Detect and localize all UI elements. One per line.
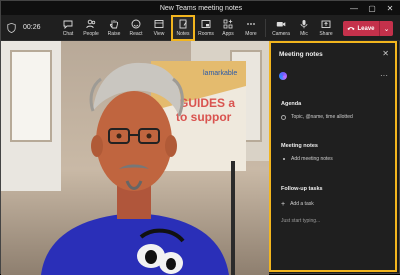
radio-circle-icon (281, 114, 286, 120)
raise-hand-button[interactable]: Raise (103, 17, 125, 39)
participant-video: lamarkable GUIDES a to suppor (1, 41, 269, 275)
phone-hangup-icon (347, 27, 356, 31)
agenda-item-input[interactable]: Topic, @name, time allotted (281, 114, 353, 120)
mic-icon (300, 20, 308, 29)
avatar-head (96, 91, 172, 191)
plus-icon: + (281, 200, 286, 208)
add-task-label: Add a task (290, 201, 314, 207)
shield-icon (7, 23, 16, 33)
teams-meeting-window: New Teams meeting notes — ▢ ✕ 00:26 Chat… (0, 0, 400, 275)
camera-icon (276, 22, 286, 27)
meeting-notes-panel: Meeting notes ✕ ··· Agenda Topic, @name,… (269, 41, 397, 272)
chat-button[interactable]: Chat (57, 17, 79, 39)
chat-icon (63, 20, 73, 29)
loop-icon (279, 72, 287, 80)
notes-icon (179, 19, 187, 29)
meeting-notes-heading: Meeting notes (281, 143, 318, 149)
more-button[interactable]: More (240, 17, 262, 39)
meeting-notes-placeholder: Add meeting notes (291, 156, 333, 162)
maximize-icon[interactable]: ▢ (363, 1, 381, 15)
close-icon[interactable]: ✕ (381, 1, 399, 15)
notes-button[interactable]: Notes (172, 17, 194, 39)
apps-icon (223, 19, 233, 29)
people-icon (86, 19, 96, 29)
more-icon (247, 23, 255, 25)
typing-hint[interactable]: Just start typing... (281, 218, 320, 224)
share-button[interactable]: Share (315, 17, 337, 39)
poster-line-1: GUIDES a (179, 96, 235, 110)
avatar-video-frame: lamarkable GUIDES a to suppor (1, 41, 269, 275)
agenda-heading: Agenda (281, 101, 302, 107)
share-icon (321, 20, 331, 28)
meeting-timer: 00:26 (23, 24, 41, 31)
camera-button[interactable]: Camera (270, 17, 292, 39)
add-task-button[interactable]: + Add a task (281, 200, 314, 208)
window-controls: — ▢ ✕ (345, 1, 399, 15)
more-options-icon[interactable]: ··· (380, 71, 388, 80)
close-panel-icon[interactable]: ✕ (382, 49, 389, 58)
rooms-button[interactable]: Rooms (195, 17, 217, 39)
leave-button[interactable]: Leave (343, 21, 379, 36)
avatar-shirt (41, 213, 229, 275)
bullet-icon (283, 158, 285, 160)
minimize-icon[interactable]: — (345, 1, 363, 15)
raise-hand-icon (109, 20, 118, 29)
rooms-icon (201, 20, 211, 28)
window-title: New Teams meeting notes (159, 4, 243, 12)
chevron-down-icon: ⌄ (383, 25, 390, 33)
title-bar: New Teams meeting notes — ▢ ✕ (1, 1, 400, 15)
panel-title: Meeting notes (279, 51, 323, 58)
react-icon (131, 19, 141, 29)
poster-brand: lamarkable (203, 70, 237, 77)
view-button[interactable]: View (148, 17, 170, 39)
leave-options-button[interactable]: ⌄ (379, 21, 393, 36)
poster-line-2: to suppor (176, 110, 232, 124)
agenda-placeholder: Topic, @name, time allotted (291, 114, 353, 120)
view-icon (154, 20, 164, 28)
follow-up-heading: Follow-up tasks (281, 186, 323, 192)
people-button[interactable]: People (80, 17, 102, 39)
mic-button[interactable]: Mic (293, 17, 315, 39)
apps-button[interactable]: Apps (217, 17, 239, 39)
toolbar-divider (265, 19, 266, 37)
meeting-notes-input[interactable]: Add meeting notes (281, 156, 333, 162)
react-button[interactable]: React (125, 17, 147, 39)
